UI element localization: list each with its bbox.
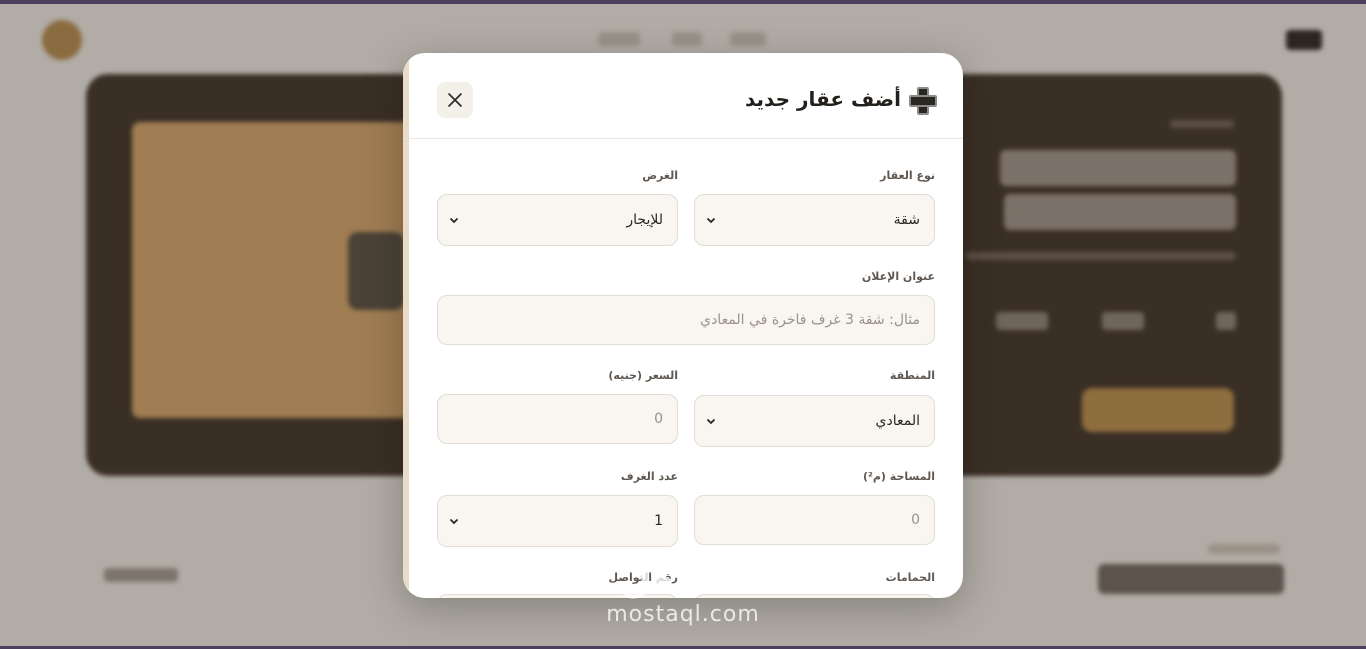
background-button bbox=[1082, 388, 1234, 432]
rooms-value: 1 bbox=[654, 513, 663, 529]
background-hero-figure bbox=[348, 232, 404, 310]
region-value: المعادي bbox=[875, 413, 920, 429]
chevron-down-icon bbox=[449, 217, 459, 224]
ad-title-label: عنوان الإعلان bbox=[861, 270, 935, 283]
purpose-select[interactable]: للإيجار bbox=[437, 194, 678, 246]
modal-title-group: أضف عقار جديد bbox=[744, 83, 937, 115]
ad-title-placeholder: مثال: شقة 3 غرف فاخرة في المعادي bbox=[700, 312, 920, 328]
add-property-modal: أضف عقار جديد نوع العقار الغرض شقة للإيج… bbox=[403, 53, 963, 598]
price-label: السعر (جنيه) bbox=[608, 369, 678, 382]
size-value: 0 bbox=[911, 512, 920, 528]
background-logo bbox=[42, 20, 82, 60]
background-link bbox=[104, 568, 178, 582]
rooms-select[interactable]: 1 bbox=[437, 495, 678, 547]
background-section-label bbox=[1208, 544, 1280, 554]
watermark-arabic: مستقل bbox=[620, 562, 746, 602]
mostaql-watermark: مستقل mostaql.com bbox=[600, 562, 766, 628]
background-line bbox=[1170, 120, 1234, 128]
background-headline bbox=[1004, 194, 1236, 230]
modal-header: أضف عقار جديد bbox=[403, 53, 963, 139]
ad-title-input[interactable]: مثال: شقة 3 غرف فاخرة في المعادي bbox=[437, 295, 935, 345]
region-select[interactable]: المعادي bbox=[694, 395, 935, 447]
background-line bbox=[966, 252, 1236, 260]
rooms-label: عدد الغرف bbox=[620, 470, 678, 483]
purpose-value: للإيجار bbox=[626, 212, 663, 228]
plus-icon bbox=[909, 87, 937, 115]
watermark-latin: mostaql.com bbox=[606, 602, 760, 627]
close-icon bbox=[448, 93, 462, 107]
property-type-label: نوع العقار bbox=[880, 169, 935, 182]
property-form: نوع العقار الغرض شقة للإيجار عنوان الإعل… bbox=[403, 139, 963, 598]
purpose-label: الغرض bbox=[642, 169, 678, 182]
price-input[interactable]: 0 bbox=[437, 394, 678, 444]
property-type-value: شقة bbox=[893, 212, 920, 228]
size-label: المساحة (م²) bbox=[863, 470, 935, 483]
background-nav-item bbox=[598, 32, 640, 46]
region-label: المنطقة bbox=[889, 369, 935, 382]
chevron-down-icon bbox=[449, 518, 459, 525]
bathrooms-label: الحمامات bbox=[885, 571, 935, 584]
size-input[interactable]: 0 bbox=[694, 495, 935, 545]
background-headline bbox=[1000, 150, 1236, 186]
price-value: 0 bbox=[654, 411, 663, 427]
background-section-title bbox=[1098, 564, 1284, 594]
chevron-down-icon bbox=[706, 418, 716, 425]
background-stat bbox=[1216, 312, 1236, 330]
background-stat bbox=[1102, 312, 1144, 330]
background-brand bbox=[1286, 30, 1322, 50]
background-nav-item bbox=[672, 32, 702, 46]
property-type-select[interactable]: شقة bbox=[694, 194, 935, 246]
close-button[interactable] bbox=[437, 82, 473, 118]
background-stat bbox=[996, 312, 1048, 330]
background-nav-item bbox=[730, 32, 766, 46]
modal-title: أضف عقار جديد bbox=[744, 87, 901, 111]
chevron-down-icon bbox=[706, 217, 716, 224]
